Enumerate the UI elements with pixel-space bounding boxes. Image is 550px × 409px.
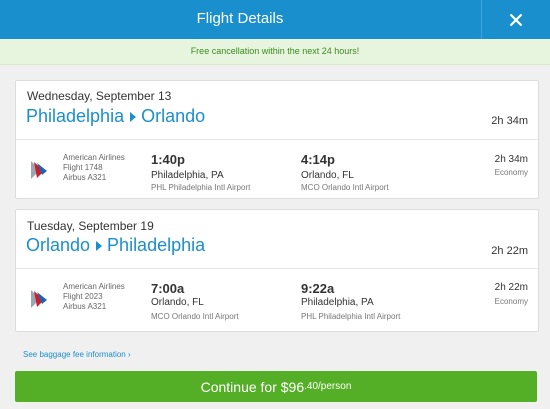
segment-duration: 2h 22m (494, 282, 528, 293)
price-main: $96 (280, 378, 305, 395)
aircraft-type: Airbus A321 (63, 302, 107, 311)
route-origin: Philadelphia (26, 106, 125, 126)
depart-city: Philadelphia, PA (151, 170, 224, 181)
close-icon (509, 13, 523, 26)
continue-label: Continue for (200, 378, 281, 395)
route-origin: Orlando (26, 235, 91, 255)
cabin-class: Economy (494, 168, 528, 177)
aircraft-type: Airbus A321 (63, 173, 107, 182)
segment-duration: 2h 34m (494, 154, 528, 165)
route-arrow-icon (96, 240, 103, 251)
airline-info: American Airlines Flight 2023 Airbus A32… (63, 282, 125, 312)
continue-button[interactable]: Continue for $96 .40/person (15, 371, 537, 402)
american-airlines-logo-icon (31, 290, 47, 308)
depart-airport: PHL Philadelphia Intl Airport (151, 183, 251, 192)
return-trip-card: Tuesday, September 19 Orlando Philadelph… (15, 209, 539, 332)
depart-city: Orlando, FL (151, 297, 204, 308)
route-destination: Philadelphia (107, 235, 206, 255)
trip-route: Philadelphia Orlando (26, 106, 205, 127)
trip-date: Wednesday, September 13 (27, 89, 172, 103)
depart-time: 7:00a (151, 281, 185, 296)
route-destination: Orlando (141, 106, 206, 126)
outbound-trip-card: Wednesday, September 13 Philadelphia Orl… (15, 80, 539, 199)
arrive-city: Philadelphia, PA (301, 297, 374, 308)
arrive-city: Orlando, FL (301, 170, 354, 181)
trip-duration: 2h 22m (491, 245, 528, 257)
airline-name: American Airlines (63, 153, 125, 162)
trip-duration: 2h 34m (491, 115, 528, 127)
cancellation-banner: Free cancellation within the next 24 hou… (0, 39, 550, 65)
price-cents: .40/person (304, 381, 352, 392)
arrive-airport: PHL Philadelphia Intl Airport (301, 312, 401, 321)
depart-time: 1:40p (151, 152, 185, 167)
airline-info: American Airlines Flight 1748 Airbus A32… (63, 153, 125, 183)
trip-divider (16, 268, 538, 269)
dialog-title: Flight Details (196, 10, 284, 27)
arrive-time: 9:22a (301, 281, 335, 296)
depart-airport: MCO Orlando Intl Airport (151, 312, 239, 321)
cabin-class: Economy (494, 297, 528, 306)
dialog-header: Flight Details (0, 0, 550, 39)
close-button[interactable] (482, 0, 550, 39)
baggage-fee-link[interactable]: See baggage fee information › (23, 350, 131, 359)
route-arrow-icon (130, 111, 137, 122)
trip-route: Orlando Philadelphia (26, 235, 205, 256)
arrive-time: 4:14p (301, 152, 335, 167)
baggage-fee-label: See baggage fee information (23, 350, 126, 359)
flight-number: Flight 2023 (63, 292, 103, 301)
trip-date: Tuesday, September 19 (27, 219, 154, 233)
arrive-airport: MCO Orlando Intl Airport (301, 183, 389, 192)
airline-name: American Airlines (63, 282, 125, 291)
chevron-right-icon: › (127, 350, 131, 359)
trip-divider (16, 139, 538, 140)
american-airlines-logo-icon (31, 161, 47, 179)
flight-number: Flight 1748 (63, 163, 103, 172)
